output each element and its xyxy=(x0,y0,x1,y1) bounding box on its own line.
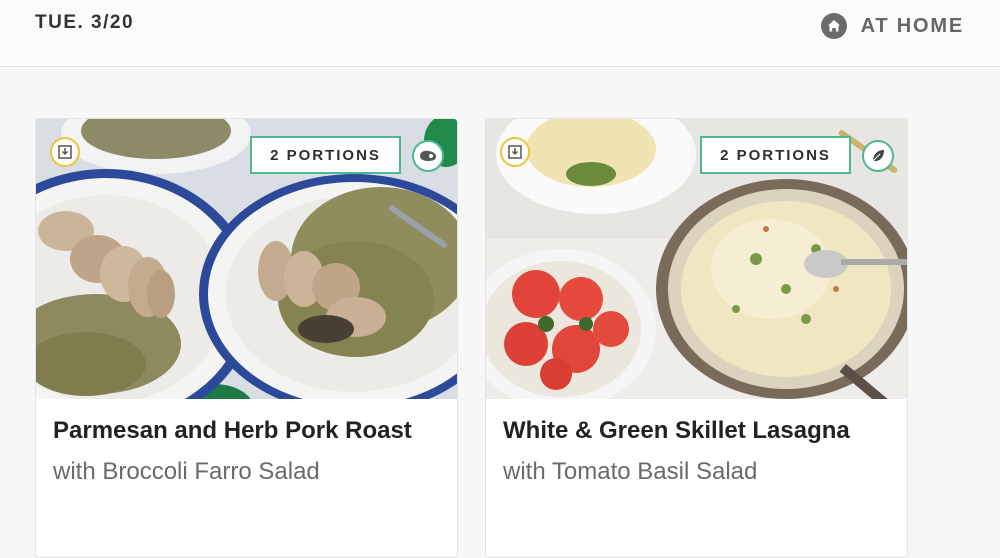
download-icon[interactable] xyxy=(500,137,530,167)
location-label: AT HOME xyxy=(860,14,964,37)
download-icon[interactable] xyxy=(50,137,80,167)
portions-badge: 2 PORTIONS xyxy=(250,136,401,174)
recipe-photo: 2 PORTIONS xyxy=(36,119,457,399)
location-toggle[interactable]: AT HOME xyxy=(820,13,964,39)
recipe-card[interactable]: 2 PORTIONS Parmesan and Herb Pork Roast … xyxy=(35,118,458,558)
portions-badge: 2 PORTIONS xyxy=(700,136,851,174)
recipe-subtitle: with Broccoli Farro Salad xyxy=(53,458,320,485)
date-label: TUE. 3/20 xyxy=(35,12,135,33)
recipe-card[interactable]: 2 PORTIONS White & Green Skillet Lasagna… xyxy=(485,118,908,558)
meat-icon xyxy=(412,140,444,172)
top-bar: TUE. 3/20 AT HOME xyxy=(0,0,1000,67)
recipe-title[interactable]: White & Green Skillet Lasagna xyxy=(503,417,898,445)
recipe-photo: 2 PORTIONS xyxy=(486,119,907,399)
leaf-icon xyxy=(862,140,894,172)
recipe-title[interactable]: Parmesan and Herb Pork Roast xyxy=(53,417,448,445)
recipe-subtitle: with Tomato Basil Salad xyxy=(503,458,758,485)
home-icon xyxy=(820,13,847,39)
